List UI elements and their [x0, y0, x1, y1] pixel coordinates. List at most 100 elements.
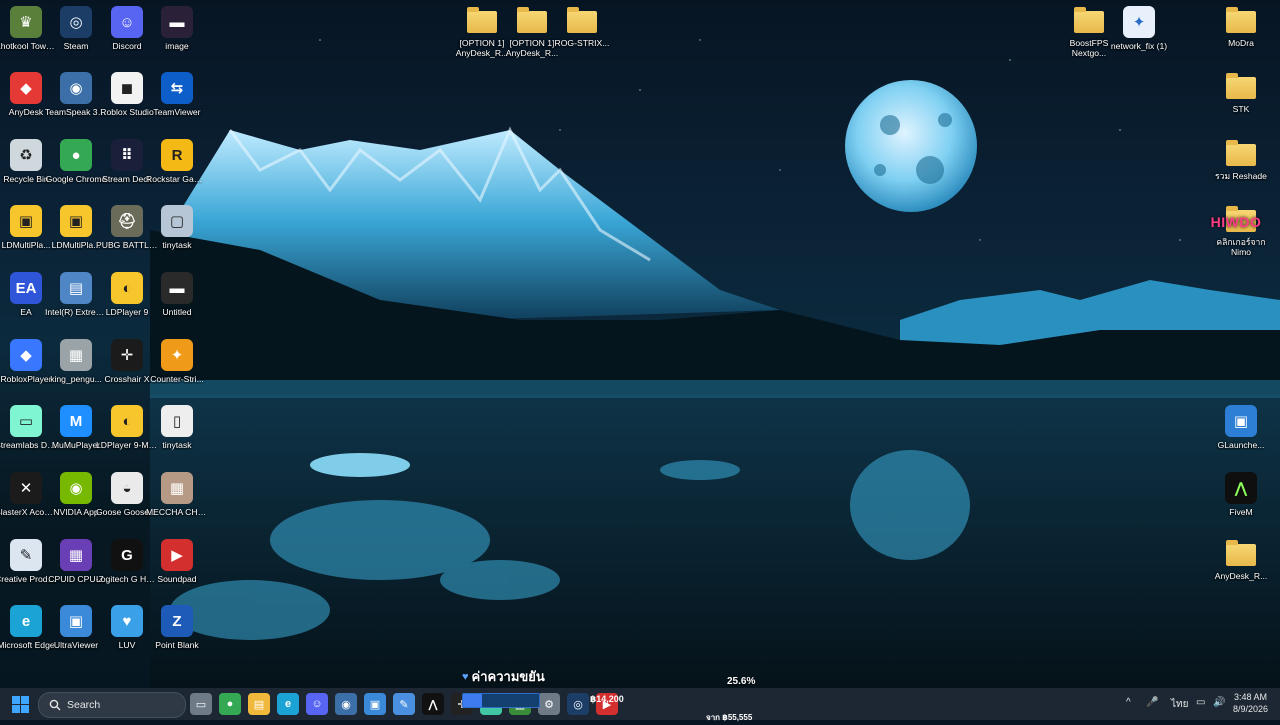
stream-deck-icon: ⠿	[111, 139, 143, 171]
search-box[interactable]: Search	[38, 692, 186, 718]
taskbar-clock[interactable]: 3:48 AM 8/9/2026	[1233, 691, 1268, 715]
desktop-icon[interactable]: ▦ MECCHA CHAMELEON	[146, 472, 208, 517]
desktop-icon[interactable]: M MuMuPlayer	[50, 405, 102, 450]
desktop-icon[interactable]: ✦ Counter-Stri...	[150, 339, 204, 384]
nvidia-icon: ◉	[60, 472, 92, 504]
desktop-icon[interactable]: ◉TeamSpeak 3 Client	[45, 72, 107, 117]
chrome-icon: ●	[60, 139, 92, 171]
widget-goal-text: จาก ฿55,555	[706, 713, 753, 722]
heart-icon: ♥	[462, 670, 469, 683]
folder-icon	[1226, 73, 1256, 99]
start-button[interactable]	[12, 696, 29, 713]
ldmultiplayer-icon: ▣	[10, 205, 42, 237]
desktop-icon-label: tinytask	[162, 440, 192, 450]
desktop-icon-right[interactable]: ▣ GLaunche...	[1215, 405, 1267, 450]
desktop-icon[interactable]: ▤Intel(R) Extreme Tu...	[45, 272, 107, 317]
blasterx-icon: ✕	[10, 472, 42, 504]
taskbar-discord-icon[interactable]: ☺	[306, 693, 328, 715]
widget-percent-text: 25.6%	[727, 676, 756, 687]
desktop-icon-label: Untitled	[162, 307, 192, 317]
desktop-file[interactable]: [OPTION 1] AnyDesk_R...	[506, 6, 558, 58]
image-file-icon: ▦	[60, 339, 92, 371]
desktop-icon-label: image	[165, 41, 189, 51]
taskbar-teamspeak-icon[interactable]: ◉	[335, 693, 357, 715]
mumu-icon: M	[60, 405, 92, 437]
taskbar-file-explorer-icon[interactable]: ▤	[248, 693, 270, 715]
widget-progress-fill	[463, 694, 483, 707]
widget-progress-bar	[462, 693, 540, 708]
clock-date: 8/9/2026	[1232, 704, 1268, 714]
desktop-icon[interactable]: Z Point Blank	[151, 605, 203, 650]
widget-amount-text: ฿14,200	[590, 694, 624, 704]
taskbar-file-icon[interactable]: ▭	[190, 693, 212, 715]
roblox-icon: ◆	[10, 339, 42, 371]
desktop-icon-label: Soundpad	[157, 574, 197, 584]
desktop-icon[interactable]: ▯ tinytask	[151, 405, 203, 450]
microphone-icon[interactable]: 🎤	[1146, 697, 1158, 708]
taskbar-edge-icon[interactable]: e	[277, 693, 299, 715]
steam-icon: ◎	[60, 6, 92, 38]
desktop-icon-right[interactable]: MoDra	[1215, 6, 1267, 48]
windows-logo-icon	[12, 696, 20, 704]
desktop-icon-label: AnyDesk_R...	[1214, 571, 1268, 581]
ultraviewer-icon: ▣	[60, 605, 92, 637]
desktop-file-label: ROG-STRIX...	[554, 38, 610, 48]
desktop-icon[interactable]: ◎ Steam	[50, 6, 102, 51]
taskbar-chrome-icon[interactable]: ●	[219, 693, 241, 715]
desktop-icon[interactable]: ▢ tinytask	[151, 205, 203, 250]
desktop-icon-right[interactable]: AnyDesk_R...	[1215, 539, 1267, 581]
taskbar-ultraviewer-icon[interactable]: ▣	[364, 693, 386, 715]
desktop-icon[interactable]: ⇆ TeamViewer	[151, 72, 203, 117]
desktop-file[interactable]: ✦ network_fix (1)	[1111, 6, 1167, 51]
teamspeak-icon: ◉	[60, 72, 92, 104]
desktop-icon[interactable]: ▶ Soundpad	[151, 539, 203, 584]
desktop-icon[interactable]: ● Google Chrome	[46, 139, 106, 184]
recycle-bin-icon: ♻	[10, 139, 42, 171]
taskbar-fivem-icon[interactable]: ⋀	[422, 693, 444, 715]
desktop-icon[interactable]: ▣ UltraViewer	[50, 605, 102, 650]
desktop-icon-label: รวม Reshade	[1215, 171, 1267, 181]
desktop-icon-label: MECCHA CHAMELEON	[146, 507, 208, 517]
image-file-icon: ▬	[161, 6, 193, 38]
creative-icon: ✎	[10, 539, 42, 571]
image-file-icon: ▬	[161, 272, 193, 304]
pubg-icon: ⛑	[111, 205, 143, 237]
language-indicator[interactable]: ไทย	[1171, 697, 1188, 712]
desktop-icon-right[interactable]: รวม Reshade	[1215, 139, 1267, 181]
taskbar: Search ▭●▤e☺◉▣✎⋀✛▭▦⚙◎▶ ^ 🎤 ไทย ▭ 🔊 3:48 …	[0, 688, 1280, 720]
search-icon	[49, 699, 61, 711]
folder-icon	[1226, 540, 1256, 566]
desktop-icon-right[interactable]: STK	[1215, 72, 1267, 114]
folder-icon	[517, 7, 547, 33]
volume-icon[interactable]: 🔊	[1213, 697, 1225, 708]
taskbar-notepad-icon[interactable]: ✎	[393, 693, 415, 715]
widget-amount: ฿14,200	[590, 689, 624, 707]
hiwdo-brand-text: HIWDO	[1210, 214, 1262, 230]
desktop-icon[interactable]: ▦ CPUID CPU-Z	[48, 539, 104, 584]
game-launcher-icon: ▣	[1225, 405, 1257, 437]
search-placeholder: Search	[67, 699, 101, 711]
desktop-icon[interactable]: ▦ king_pengu...	[50, 339, 102, 384]
desktop-icon[interactable]: R Rockstar Games...	[146, 139, 208, 184]
script-file-icon: ✦	[1123, 6, 1155, 38]
file-icon: ▯	[161, 405, 193, 437]
donation-goal-widget: ♥ ค่าความขยัน	[462, 666, 582, 708]
desktop-icon[interactable]: ▬ image	[151, 6, 203, 51]
roblox-studio-icon: ◼	[111, 72, 143, 104]
soundpad-icon: ▶	[161, 539, 193, 571]
edge-icon: e	[10, 605, 42, 637]
clock-time: 3:48 AM	[1233, 692, 1267, 702]
desktop-icon[interactable]: ▬ Untitled	[151, 272, 203, 317]
desktop-icon-label: FiveM	[1229, 507, 1253, 517]
desktop-file[interactable]: ROG-STRIX...	[555, 6, 609, 48]
folder-icon	[1226, 140, 1256, 166]
desktop-icon[interactable]: ▣ LDMultiPla...	[50, 205, 102, 250]
desktop-icon-label: Rockstar Games...	[146, 174, 208, 184]
desktop-icon[interactable]: ◉ NVIDIA App	[50, 472, 102, 517]
desktop-icon-right[interactable]: ⋀ FiveM	[1215, 472, 1267, 517]
desktop-icon-label: tinytask	[162, 240, 192, 250]
game-icon: ♛	[10, 6, 42, 38]
tray-overflow-chevron[interactable]: ^	[1126, 697, 1131, 708]
counter-strike-icon: ✦	[161, 339, 193, 371]
network-icon[interactable]: ▭	[1196, 697, 1205, 708]
